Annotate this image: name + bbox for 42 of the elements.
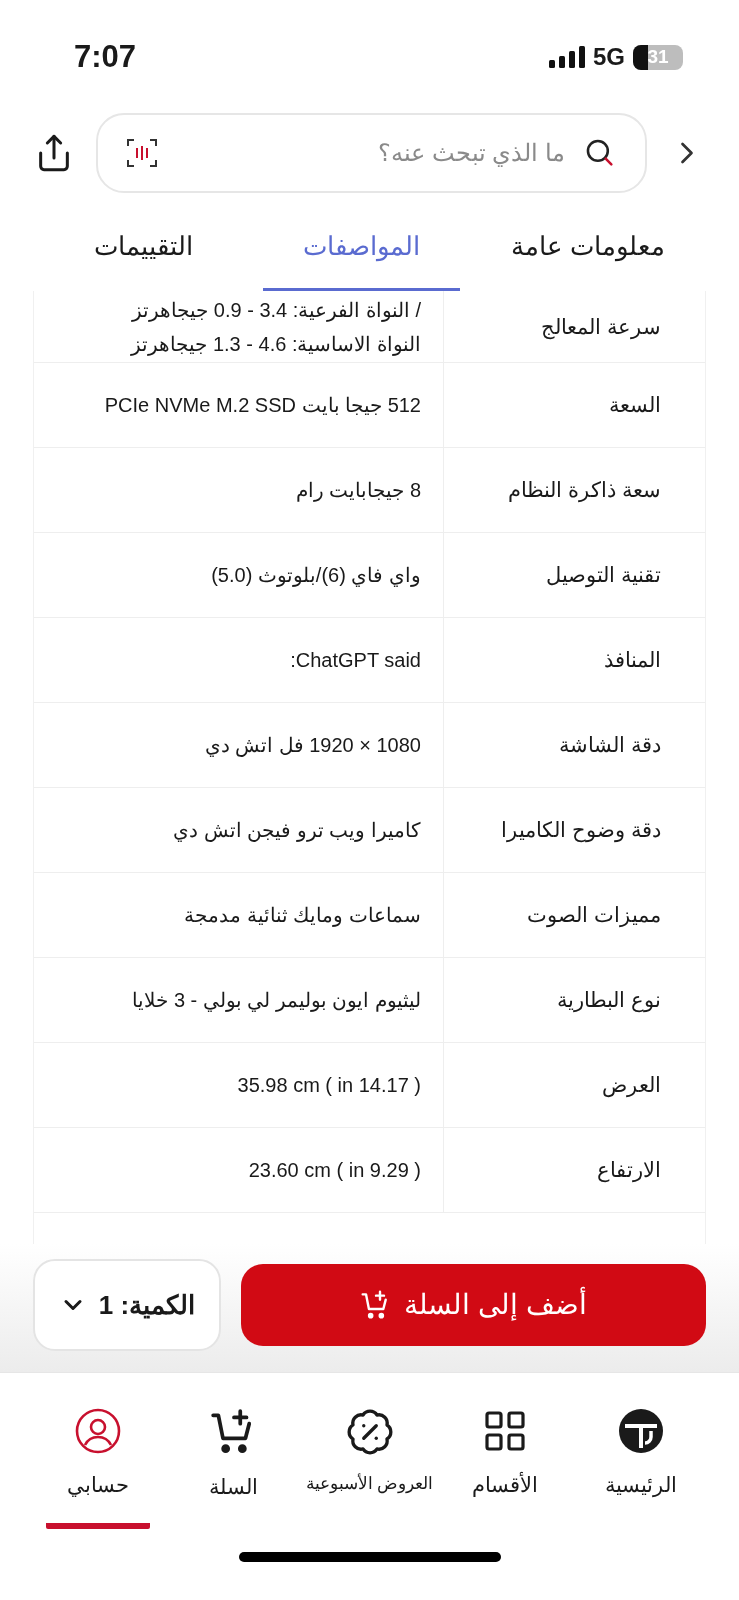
spec-label: تقنية التوصيل: [546, 562, 661, 590]
spec-label: سعة ذاكرة النظام: [508, 477, 661, 505]
spec-value: النواة الاساسية: 4.6 - 1.3 جيجاهرتز: [129, 331, 421, 358]
spec-label: العرض: [602, 1072, 661, 1100]
nav-tab[interactable]: الرئيسية: [589, 1407, 694, 1529]
spec-value: ليثيوم ايون بوليمر لي بولي - 3 خلايا: [131, 988, 421, 1014]
spec-value: ( 14.17 in ) 35.98 cm: [236, 1073, 421, 1098]
nav-tab[interactable]: حسابي: [45, 1407, 150, 1529]
spec-label: دقة وضوح الكاميرا: [501, 817, 661, 845]
user-icon: [73, 1407, 122, 1455]
spec-value: واي فاي (6)/بلوتوث (5.0): [210, 563, 421, 589]
search-bar[interactable]: ما الذي تبحث عنه؟: [96, 112, 647, 193]
status-time: 7:07: [74, 37, 137, 76]
spec-label: الارتفاع: [597, 1157, 661, 1185]
network-label: 5G: [593, 42, 625, 72]
scan-icon[interactable]: [126, 136, 158, 169]
tab[interactable]: معلومات عامة: [470, 205, 705, 291]
nav-tab[interactable]: العروض الأسبوعية: [301, 1407, 438, 1525]
signal-icon: [549, 46, 585, 68]
spec-value: سماعات ومايك ثنائية مدمجة: [183, 903, 421, 929]
spec-label: دقة الشاشة: [559, 732, 661, 759]
spec-label: مميزات الصوت: [527, 902, 661, 930]
spec-value: 512 جيجا بايت PCIe NVMe M.2 SSD: [103, 393, 421, 418]
nav-tab[interactable]: السلة: [181, 1407, 286, 1531]
spec-value: كاميرا ويب ترو فيجن اتش دي: [172, 818, 421, 844]
spec-label: سرعة المعالج: [541, 313, 661, 342]
spec-value: / النواة الفرعية: 3.4 - 0.9 جيجاهرتز: [130, 297, 421, 324]
logo-icon: [617, 1407, 666, 1455]
search-field[interactable]: ما الذي تبحث عنه؟: [176, 134, 565, 171]
battery-indicator: 31: [633, 44, 683, 70]
spec-label: نوع البطارية: [557, 987, 661, 1015]
spec-value: ChatGPT said:: [289, 648, 421, 673]
spec-value: 8 جيجابايت رام: [294, 478, 421, 504]
nav-tab[interactable]: الأقسام: [453, 1407, 558, 1529]
spec-value: 1080 × 1920 فل اتش دي: [203, 733, 421, 759]
spec-label: السعة: [609, 392, 661, 419]
tab[interactable]: المواصفات: [263, 205, 461, 291]
tab[interactable]: التقييمات: [53, 205, 233, 291]
add-to-cart-button[interactable]: أضف إلى السلة: [241, 1264, 706, 1346]
spec-value: ( 9.29 in ) 23.60 cm: [247, 1158, 421, 1183]
quantity-dropdown[interactable]: الكمية: 1: [33, 1259, 221, 1351]
spec-label: المنافذ: [604, 647, 661, 674]
